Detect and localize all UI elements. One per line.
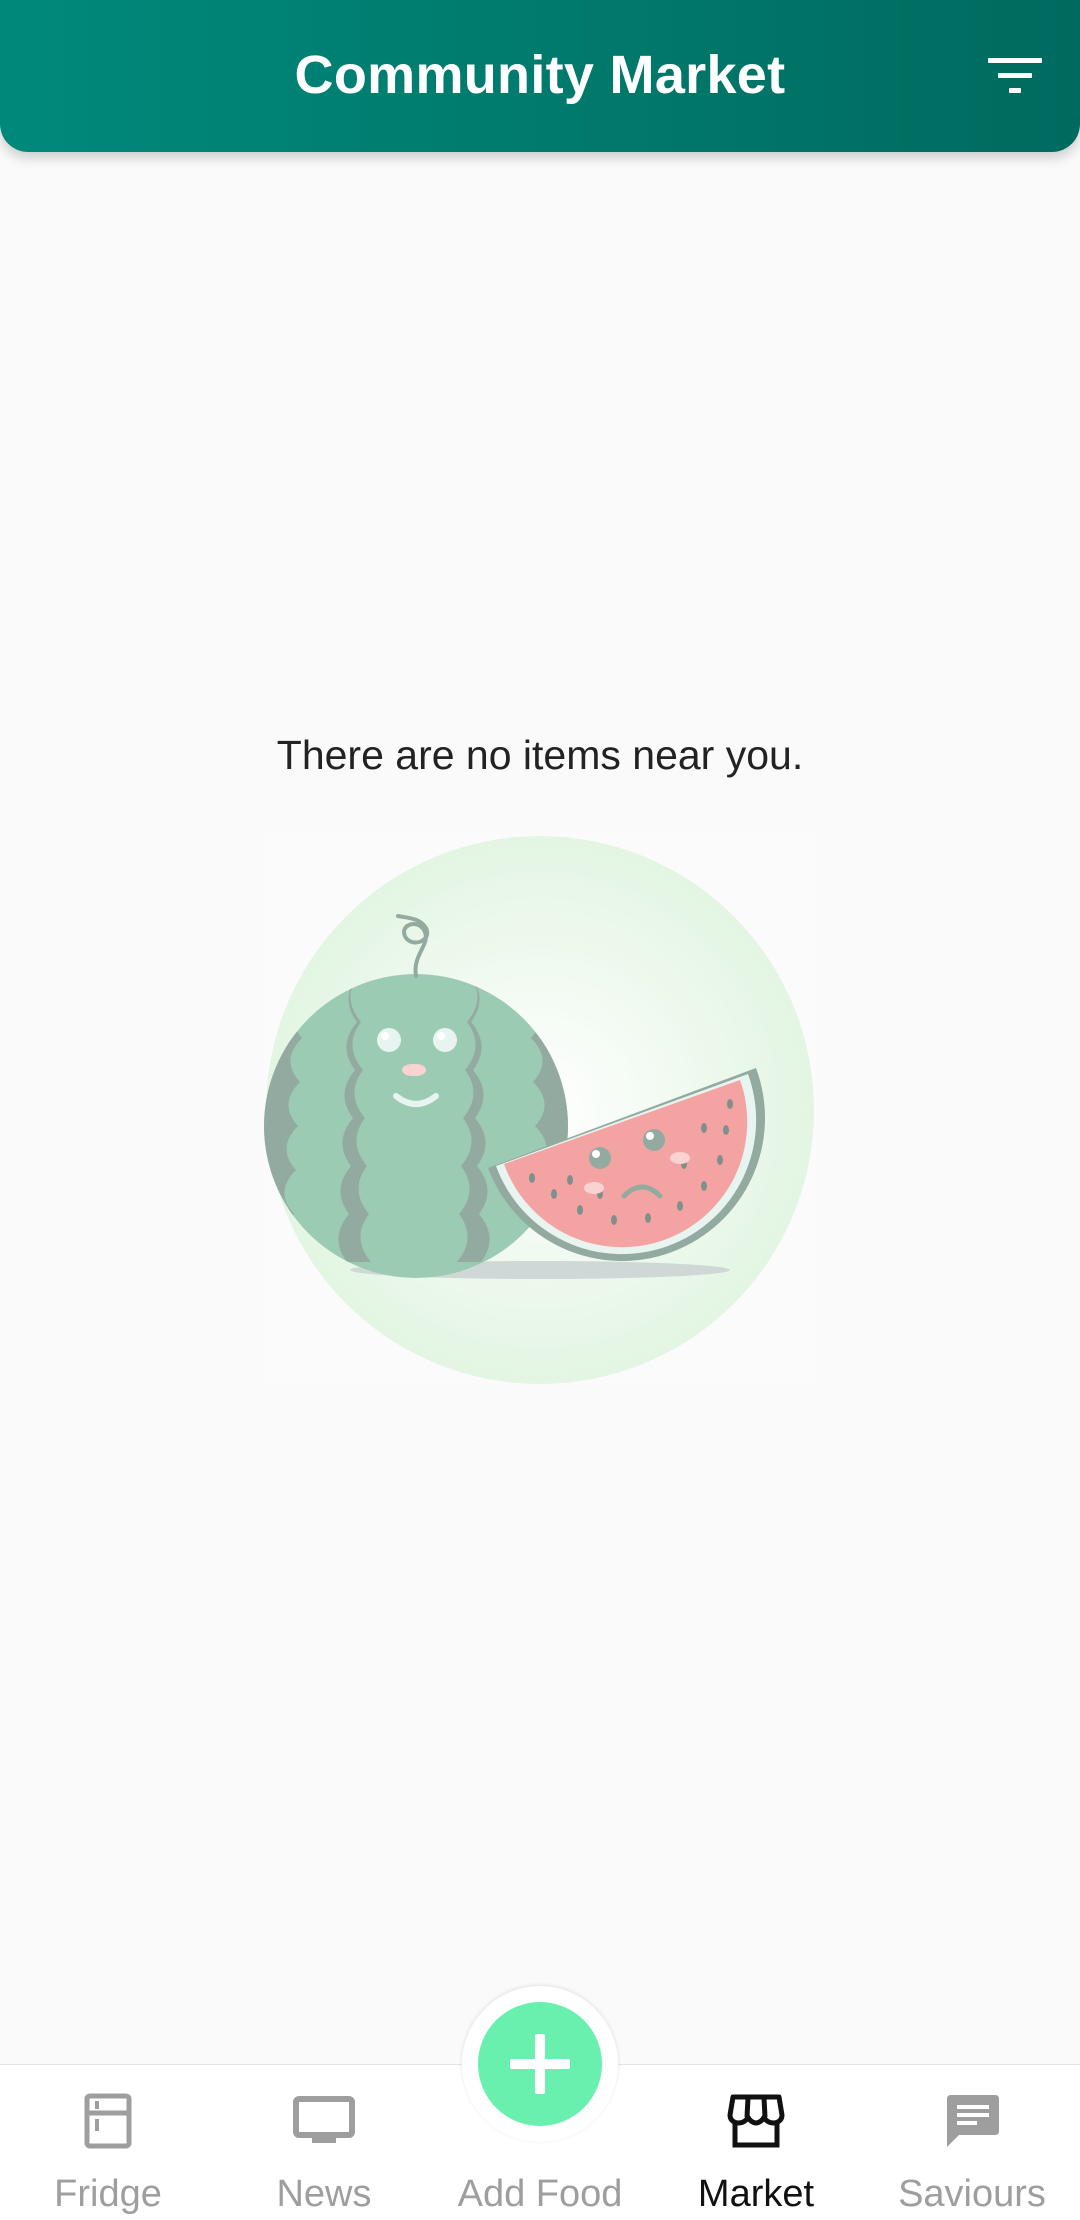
filter-button[interactable]	[980, 48, 1050, 104]
fridge-icon	[84, 2093, 132, 2149]
nav-item-fridge[interactable]: Fridge	[0, 2065, 216, 2220]
add-food-button[interactable]	[478, 2002, 602, 2126]
sad-watermelon-illustration	[264, 834, 816, 1386]
chat-icon	[947, 2095, 999, 2147]
app-screen: Community Market There are no items near…	[0, 0, 1080, 2220]
nav-label-fridge: Fridge	[54, 2173, 162, 2215]
add-icon	[510, 2034, 570, 2094]
empty-state-message: There are no items near you.	[276, 732, 804, 778]
nav-label-add-food: Add Food	[457, 2173, 623, 2215]
nav-label-news: News	[276, 2173, 372, 2215]
storefront-icon	[727, 2094, 785, 2148]
page-title: Community Market	[294, 45, 786, 105]
nav-item-market[interactable]: Market	[648, 2065, 864, 2220]
nav-item-news[interactable]: News	[216, 2065, 432, 2220]
nav-label-market: Market	[697, 2173, 815, 2215]
app-bar: Community Market	[0, 0, 1080, 152]
monitor-icon	[293, 2096, 355, 2143]
nav-item-saviours[interactable]: Saviours	[864, 2065, 1080, 2220]
nav-label-saviours: Saviours	[898, 2173, 1046, 2215]
filter-list-icon	[988, 58, 1042, 93]
